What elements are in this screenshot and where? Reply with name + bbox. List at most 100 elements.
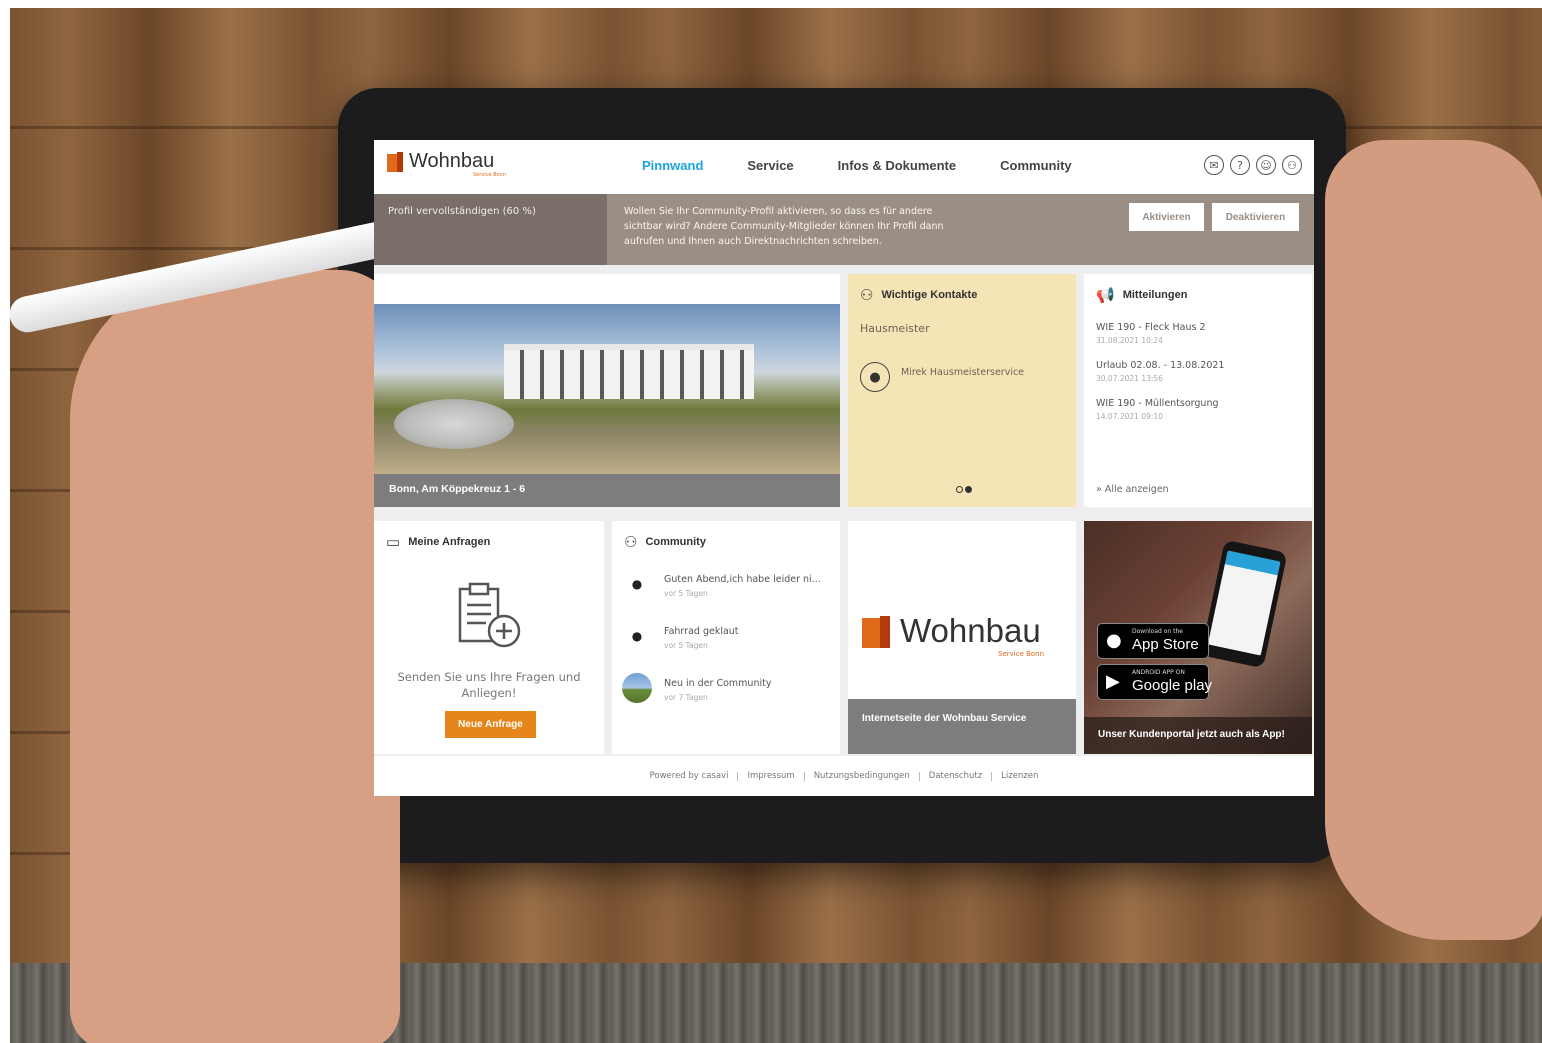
apple-icon: ● [1106, 630, 1122, 651]
contacts-icon: ⚇ [860, 287, 874, 304]
app-store-small-text: Download on the [1132, 628, 1183, 635]
footer-separator [991, 771, 993, 781]
news-item-title: Urlaub 02.08. - 13.08.2021 [1096, 360, 1225, 371]
contact-avatar-icon: ● [860, 362, 890, 392]
carousel-dots [956, 486, 972, 493]
community-post-date: vor 7 Tagen [664, 693, 708, 702]
news-item[interactable]: WIE 190 - Müllentsorgung 14.07.2021 09:1… [1096, 398, 1219, 421]
top-bar: Wohnbau Service Bonn Pinnwand Service In… [374, 140, 1314, 194]
profile-banner: Profil vervollständigen (60 %) Wollen Si… [374, 194, 1314, 265]
footer-separator [737, 771, 739, 781]
megaphone-icon: 📢 [1096, 287, 1115, 304]
footer-link-privacy[interactable]: Datenschutz [929, 771, 982, 781]
footer-link-casavi[interactable]: Powered by casavi [650, 771, 729, 781]
carousel-dot-2[interactable] [965, 486, 972, 493]
requests-title-text: Meine Anfragen [408, 536, 491, 548]
google-play-text: Google play [1132, 677, 1213, 694]
user-avatar-icon: ● [622, 569, 652, 599]
chat-icon[interactable]: ☺ [1256, 155, 1276, 175]
community-post-date: vor 5 Tagen [664, 589, 708, 598]
community-card: ⚇ Community ● Guten Abend,ich habe leide… [612, 521, 840, 754]
news-card: 📢 Mitteilungen WIE 190 - Fleck Haus 2 31… [1084, 274, 1312, 507]
contact-name[interactable]: Mirek Hausmeisterservice [901, 367, 1024, 378]
logo-mark-accent-icon [397, 152, 403, 172]
news-title-text: Mitteilungen [1122, 289, 1188, 301]
help-icon[interactable]: ? [1230, 155, 1250, 175]
community-post-title: Guten Abend,ich habe leider ni... [664, 574, 821, 585]
fountain-image [394, 399, 514, 449]
left-hand [70, 270, 400, 1043]
mail-icon[interactable]: ✉ [1204, 155, 1224, 175]
community-post[interactable]: ● Fahrrad geklaut vor 5 Tagen [622, 621, 739, 651]
app-caption: Unser Kundenportal jetzt auch als App! [1084, 717, 1312, 754]
nav-service[interactable]: Service [747, 158, 793, 173]
contacts-title: ⚇ Wichtige Kontakte [860, 286, 977, 304]
requests-text: Senden Sie uns Ihre Fragen und Anliegen! [397, 670, 581, 700]
nav-community[interactable]: Community [1000, 158, 1072, 173]
footer: Powered by casavi Impressum Nutzungsbedi… [374, 756, 1314, 796]
logo-wordmark: Wohnbau [409, 150, 495, 172]
main-nav: Pinnwand Service Infos & Dokumente Commu… [642, 158, 1116, 173]
profile-progress[interactable]: Profil vervollständigen (60 %) [374, 194, 607, 265]
new-request-button[interactable]: Neue Anfrage [445, 711, 536, 738]
clipboard-add-icon [458, 582, 521, 648]
news-item-date: 31.08.2021 10:24 [1096, 336, 1163, 345]
app-promo-card[interactable]: ● Download on the App Store ▶ ANDROID AP… [1084, 521, 1312, 754]
nav-pinnwand[interactable]: Pinnwand [642, 158, 703, 173]
building-image [504, 344, 754, 399]
app-store-badge[interactable]: ● Download on the App Store [1097, 623, 1209, 659]
news-item-title: WIE 190 - Müllentsorgung [1096, 398, 1219, 409]
user-icon[interactable]: ⚇ [1282, 155, 1302, 175]
show-all-link[interactable]: » Alle anzeigen [1096, 484, 1169, 495]
community-title: ⚇ Community [624, 533, 706, 551]
community-post[interactable]: Neu in der Community vor 7 Tagen [622, 673, 771, 703]
community-post[interactable]: ● Guten Abend,ich habe leider ni... vor … [622, 569, 821, 599]
contacts-card: ⚇ Wichtige Kontakte Hausmeister ● Mirek … [848, 274, 1076, 507]
brand-logo-large: Wohnbau Service Bonn [862, 612, 1062, 658]
deactivate-button[interactable]: Deaktivieren [1212, 203, 1299, 231]
community-post-date: vor 5 Tagen [664, 641, 708, 650]
banner-message: Wollen Sie Ihr Community-Profil aktivier… [624, 206, 944, 247]
book-icon: ▭ [386, 534, 401, 551]
contact-role: Hausmeister [860, 322, 930, 335]
activate-button[interactable]: Aktivieren [1129, 203, 1204, 231]
footer-link-terms[interactable]: Nutzungsbedingungen [814, 771, 910, 781]
property-photo [374, 304, 840, 474]
tablet-screen: Wohnbau Service Bonn Pinnwand Service In… [374, 140, 1314, 796]
contacts-title-text: Wichtige Kontakte [881, 289, 978, 301]
logo-wordmark: Wohnbau [900, 612, 1041, 649]
footer-separator [918, 771, 920, 781]
requests-title: ▭ Meine Anfragen [386, 533, 490, 551]
user-avatar-icon: ● [622, 621, 652, 651]
news-title: 📢 Mitteilungen [1096, 286, 1187, 304]
nav-infos-dokumente[interactable]: Infos & Dokumente [838, 158, 956, 173]
play-icon: ▶ [1106, 671, 1120, 692]
news-item-date: 14.07.2021 09:10 [1096, 412, 1163, 421]
requests-card: ▭ Meine Anfragen Senden Sie uns Ihre Fra… [374, 521, 604, 754]
community-title-text: Community [645, 536, 706, 548]
footer-separator [803, 771, 805, 781]
footer-link-licenses[interactable]: Lizenzen [1001, 771, 1038, 781]
footer-link-impressum[interactable]: Impressum [747, 771, 794, 781]
website-card[interactable]: Wohnbau Service Bonn Internetseite der W… [848, 521, 1076, 754]
google-play-badge[interactable]: ▶ ANDROID APP ON Google play [1097, 664, 1213, 700]
news-item[interactable]: Urlaub 02.08. - 13.08.2021 30.07.2021 13… [1096, 360, 1224, 383]
carousel-dot-1[interactable] [956, 486, 963, 493]
user-avatar [622, 673, 652, 703]
logo-subtitle: Service Bonn [998, 650, 1045, 658]
property-caption: Bonn, Am Köppekreuz 1 - 6 [374, 474, 840, 507]
news-item-title: WIE 190 - Fleck Haus 2 [1096, 322, 1206, 333]
property-photo-card[interactable]: Bonn, Am Köppekreuz 1 - 6 [374, 274, 840, 507]
community-post-title: Fahrrad geklaut [664, 626, 739, 637]
logo-mark-accent-icon [880, 616, 890, 648]
news-item-date: 30.07.2021 13:56 [1096, 374, 1163, 383]
right-hand [1325, 140, 1542, 940]
community-icon: ⚇ [624, 534, 638, 551]
google-play-small-text: ANDROID APP ON [1132, 669, 1185, 676]
top-icons: ✉ ? ☺ ⚇ [1204, 155, 1302, 175]
community-post-title: Neu in der Community [664, 678, 772, 689]
logo-subtitle: Service Bonn [473, 172, 506, 178]
app-store-text: App Store [1132, 636, 1199, 653]
website-caption: Internetseite der Wohnbau Service [848, 699, 1076, 754]
news-item[interactable]: WIE 190 - Fleck Haus 2 31.08.2021 10:24 [1096, 322, 1206, 345]
